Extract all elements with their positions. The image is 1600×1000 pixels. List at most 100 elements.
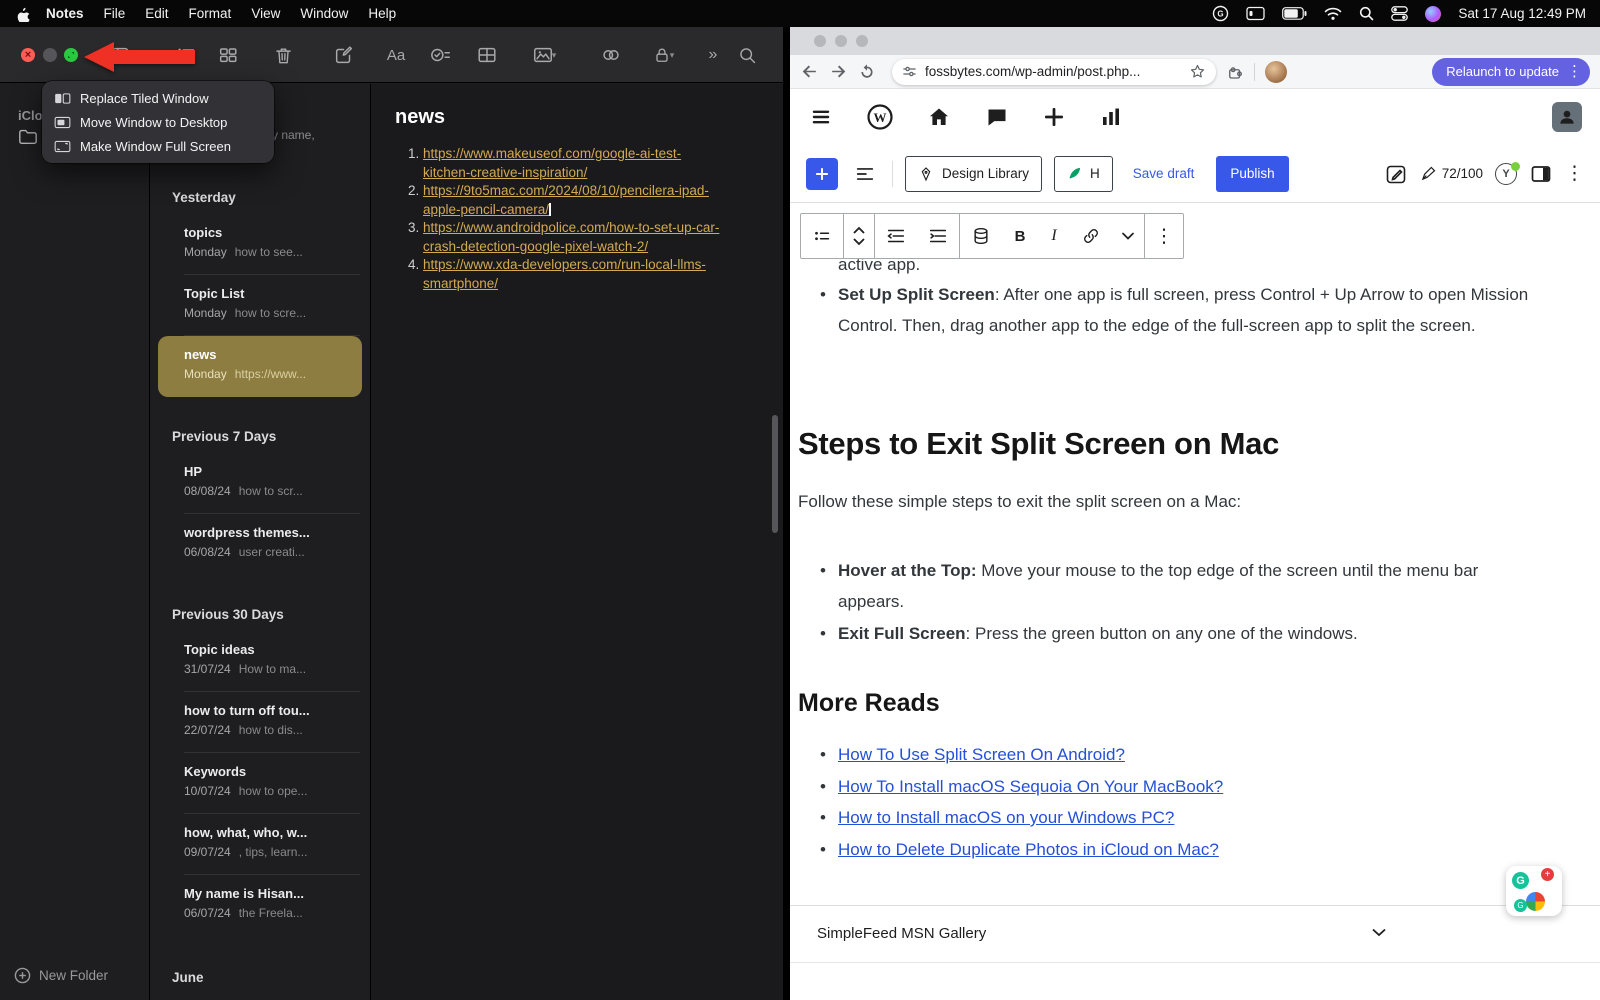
design-library-button[interactable]: Design Library [905,156,1042,192]
note-link[interactable]: https://9to5mac.com/2024/08/10/pencilera… [423,183,709,217]
menu-file[interactable]: File [94,6,136,21]
note-list-item-topics[interactable]: topics Mondayhow to see... [158,214,362,275]
menu-clock[interactable]: Sat 17 Aug 12:49 PM [1458,6,1586,21]
read-link[interactable]: How to Delete Duplicate Photos in iCloud… [838,840,1219,859]
address-bar[interactable]: fossbytes.com/wp-admin/post.php... [892,59,1216,85]
menu-app-name[interactable]: Notes [36,6,94,21]
italic-icon[interactable]: I [1038,214,1070,258]
forward-icon[interactable] [829,62,848,81]
headline-analyzer-button[interactable]: H [1054,156,1113,192]
menu-view[interactable]: View [241,6,290,21]
note-link[interactable]: https://www.xda-developers.com/run-local… [423,257,706,291]
control-center-icon[interactable] [1391,6,1408,21]
home-icon[interactable] [926,105,952,129]
indent-icon[interactable] [917,214,959,258]
note-list-item-how-what-who[interactable]: how, what, who, w... 09/07/24, tips, lea… [158,814,362,875]
database-icon[interactable] [960,214,1002,258]
read-link[interactable]: How To Install macOS Sequoia On Your Mac… [838,777,1223,796]
bold-icon[interactable]: B [1002,214,1038,258]
spotlight-search-icon[interactable] [1359,6,1374,21]
block-options-icon[interactable]: ⋮ [1145,214,1183,258]
note-list-item-keywords[interactable]: Keywords 10/07/24how to ope... [158,753,362,814]
wifi-icon[interactable] [1324,7,1342,21]
menu-window[interactable]: Window [290,6,358,21]
note-list-item-topic-list[interactable]: Topic List Mondayhow to scre... [158,275,362,336]
comments-icon[interactable] [984,105,1010,129]
move-down-icon[interactable] [852,237,866,246]
format-chevron-icon[interactable] [1112,214,1144,258]
minimize-button-inactive[interactable] [835,35,847,47]
note-list-item-wordpress-themes[interactable]: wordpress themes... 06/08/24user creati.… [158,514,362,575]
save-draft-button[interactable]: Save draft [1133,166,1195,181]
trash-icon[interactable] [269,41,297,69]
grammarly-status-icon[interactable]: G [1212,5,1229,22]
document-overview-icon[interactable] [850,159,880,189]
outdent-icon[interactable] [875,214,917,258]
close-button-inactive[interactable] [814,35,826,47]
browser-helper-icon[interactable] [1526,892,1545,911]
user-avatar[interactable] [1552,102,1582,132]
grammarly-icon[interactable]: G [1512,872,1529,889]
folder-icon[interactable] [18,128,38,145]
zoom-button[interactable] [64,48,78,62]
notes-scrollbar[interactable] [772,415,778,533]
wp-menu-icon[interactable] [808,106,834,128]
panel-chevron-icon[interactable] [1372,928,1386,937]
read-link[interactable]: How to Install macOS on your Windows PC? [838,808,1174,827]
block-inserter-button[interactable] [806,158,838,190]
minimize-button[interactable] [43,48,57,62]
note-list-item-turn-off-touch[interactable]: how to turn off tou... 22/07/24how to di… [158,692,362,753]
extensions-icon[interactable] [1226,63,1244,81]
bookmark-star-icon[interactable] [1189,63,1206,80]
stage-manager-icon[interactable] [1246,6,1265,21]
publish-button[interactable]: Publish [1216,156,1288,192]
relaunch-to-update-button[interactable]: Relaunch to update ⋮ [1432,58,1590,86]
battery-icon[interactable] [1282,7,1307,20]
more-toolbar-icon[interactable]: » [699,41,727,69]
edit-note-icon[interactable] [1384,162,1408,186]
reload-icon[interactable] [858,63,876,81]
note-list-item-hp[interactable]: HP 08/08/24how to scr... [158,453,362,514]
site-settings-icon[interactable] [902,64,917,79]
siri-icon[interactable] [1425,6,1441,22]
editor-more-icon[interactable]: ⋮ [1565,164,1584,183]
grammarly-mini-icon[interactable]: G [1514,899,1527,912]
apple-logo-icon[interactable] [14,6,30,22]
note-link[interactable]: https://www.makeuseof.com/google-ai-test… [423,146,681,180]
url-text[interactable]: fossbytes.com/wp-admin/post.php... [925,64,1181,79]
note-list-item-my-name[interactable]: My name is Hisan... 06/07/24the Freela..… [158,875,362,936]
seo-score[interactable]: 72/100 [1420,165,1483,182]
yoast-seo-icon[interactable]: Y [1495,163,1517,185]
note-list-item-news-selected[interactable]: news Mondayhttps://www... [158,336,362,397]
menu-edit[interactable]: Edit [135,6,178,21]
format-text-icon[interactable]: Aa [382,41,410,69]
settings-sidebar-icon[interactable] [1529,162,1553,186]
move-up-icon[interactable] [852,226,866,235]
table-icon[interactable] [473,41,501,69]
new-post-icon[interactable] [1042,105,1066,129]
search-icon[interactable] [733,41,761,69]
menu-format[interactable]: Format [179,6,242,21]
menu-help[interactable]: Help [358,6,406,21]
menu-item-replace-tiled-window[interactable]: Replace Tiled Window [47,86,269,110]
note-editor[interactable]: news https://www.makeuseof.com/google-ai… [371,84,783,1000]
media-icon[interactable]: ▾ [524,41,564,69]
note-link[interactable]: https://www.androidpolice.com/how-to-set… [423,220,719,254]
lock-icon[interactable]: ▾ [643,41,683,69]
new-folder-button[interactable]: New Folder [14,967,108,984]
link-chain-icon[interactable] [1070,214,1112,258]
checklist-icon[interactable] [427,41,455,69]
stats-icon[interactable] [1098,105,1124,129]
zoom-button-inactive[interactable] [856,35,868,47]
gallery-view-icon[interactable] [214,41,242,69]
read-link[interactable]: How To Use Split Screen On Android? [838,745,1125,764]
close-button[interactable]: × [21,48,35,62]
browser-menu-icon[interactable]: ⋮ [1567,64,1582,79]
compose-icon[interactable] [330,41,358,69]
list-block-icon[interactable] [801,214,843,258]
back-icon[interactable] [800,62,819,81]
wordpress-logo-icon[interactable]: W [866,103,894,131]
floating-extension-widget[interactable]: G + G [1506,866,1562,916]
profile-avatar[interactable] [1265,61,1287,83]
note-list-item-topic-ideas[interactable]: Topic ideas 31/07/24How to ma... [158,631,362,692]
